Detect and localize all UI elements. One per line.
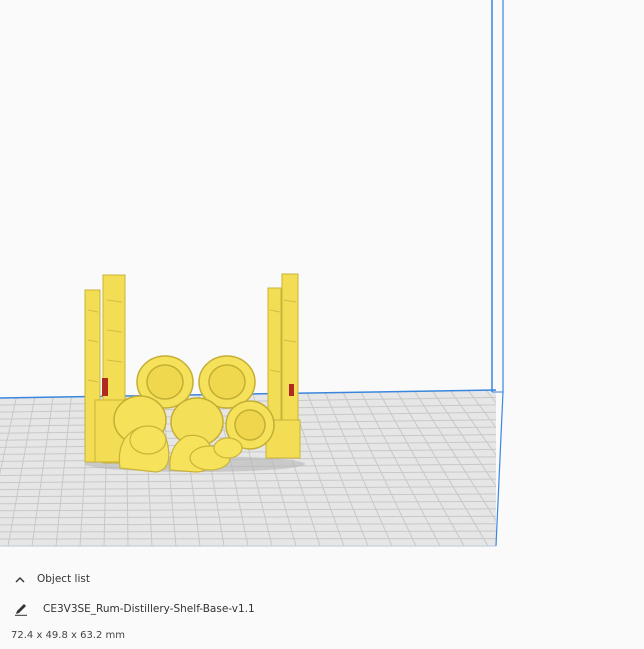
object-name: CE3V3SE_Rum-Distillery-Shelf-Base-v1.1 xyxy=(43,603,255,615)
pencil-icon[interactable] xyxy=(12,600,30,618)
object-list-toggle[interactable]: Object list xyxy=(12,570,90,588)
object-name-row[interactable]: CE3V3SE_Rum-Distillery-Shelf-Base-v1.1 xyxy=(12,600,255,618)
object-list-label: Object list xyxy=(37,573,90,585)
model-rum-distillery-shelf-base[interactable] xyxy=(84,273,305,473)
chevron-up-icon xyxy=(12,570,28,588)
3d-viewport[interactable] xyxy=(0,0,644,560)
object-dimensions: 72.4 x 49.8 x 63.2 mm xyxy=(11,629,126,641)
object-panel: Object list CE3V3SE_Rum-Distillery-Shelf… xyxy=(0,560,644,649)
scene-canvas[interactable] xyxy=(0,0,644,560)
